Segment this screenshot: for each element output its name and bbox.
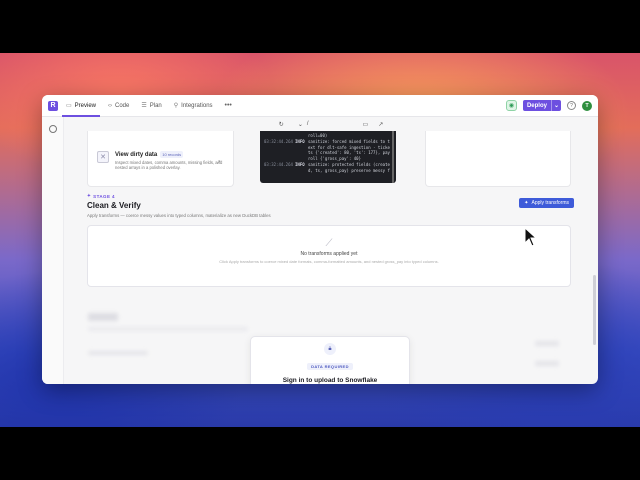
tab-preview[interactable]: ▭ Preview — [61, 95, 101, 117]
stage-section: ✦ STAGE 4 Clean & Verify Apply transform… — [87, 193, 574, 218]
dirty-card-title: View dirty data — [115, 151, 158, 158]
tab-code[interactable]: ‹› Code — [108, 95, 129, 117]
empty-description: Click Apply transforms to coerce mixed d… — [219, 259, 439, 264]
preview-icon: ▭ — [66, 103, 72, 109]
wand-icon: ✦ — [87, 193, 92, 198]
deploy-dropdown-icon[interactable]: ⌄ — [550, 100, 561, 111]
stage-number: STAGE 4 — [93, 193, 115, 199]
data-required-badge: DATA REQUIRED — [307, 363, 353, 370]
left-sidebar — [42, 117, 64, 384]
dirty-data-card[interactable]: ✕ View dirty data 10 records Inspect mix… — [87, 131, 234, 187]
stage-subtitle: Apply transforms — coerce messy values i… — [87, 213, 271, 218]
close-x-icon: ✕ — [97, 151, 109, 163]
external-link-icon[interactable]: ↗ — [216, 159, 221, 166]
open-external-icon[interactable]: ↗ — [378, 121, 383, 128]
path-text: / — [306, 121, 309, 127]
wand-icon: ✦ — [524, 200, 529, 206]
more-menu-icon[interactable]: ••• — [225, 102, 232, 109]
log-line: d, ts, gross_pay) preserve messy f — [308, 167, 390, 173]
screen-icon[interactable]: ▭ — [363, 121, 369, 128]
path-selector[interactable]: ⌄ / — [294, 120, 313, 129]
tab-label: Preview — [74, 102, 97, 109]
stage-label: ✦ STAGE 4 — [87, 193, 574, 199]
tab-label: Code — [115, 102, 130, 109]
log-console: roll=00) 03:32:44.264 INFO sanitize: force… — [260, 131, 396, 183]
status-indicator-icon[interactable]: ◉ — [505, 100, 517, 111]
code-icon: ‹› — [108, 102, 113, 109]
signin-card[interactable]: 🔒︎ DATA REQUIRED Sign in to upload to Sn… — [250, 336, 410, 384]
tab-integrations[interactable]: ⚲ Integrations — [174, 95, 213, 117]
chevron-down-icon: ⌄ — [297, 121, 303, 128]
lock-icon: 🔒︎ — [324, 343, 336, 355]
preview-toolbar: ↻ ⌄ / ▭ ↗ — [64, 117, 598, 131]
top-navbar: R ▭ Preview ‹› Code ☰ Plan ⚲ Integration… — [42, 95, 598, 117]
avatar[interactable]: T — [582, 100, 592, 111]
reload-icon[interactable]: ↻ — [279, 121, 284, 128]
console-scrollbar[interactable] — [392, 131, 394, 183]
tab-label: Integrations — [181, 102, 213, 109]
preview-content: ✕ View dirty data 10 records Inspect mix… — [82, 131, 576, 384]
apply-transforms-button[interactable]: ✦ Apply transforms — [519, 198, 574, 208]
tab-plan[interactable]: ☰ Plan — [141, 95, 161, 117]
deploy-button[interactable]: Deploy ⌄ — [522, 100, 561, 111]
magic-wand-icon: ⟋ — [325, 238, 333, 249]
settings-icon[interactable] — [49, 125, 57, 133]
right-card — [425, 131, 571, 187]
app-window: R ▭ Preview ‹› Code ☰ Plan ⚲ Integration… — [42, 95, 598, 384]
app-logo[interactable]: R — [48, 100, 58, 111]
help-icon[interactable]: ? — [567, 101, 576, 110]
tab-label: Plan — [149, 102, 162, 109]
signin-title: Sign in to upload to Snowflake — [282, 377, 378, 384]
apply-transforms-label: Apply transforms — [531, 200, 569, 206]
plan-icon: ☰ — [141, 103, 147, 109]
stage-title: Clean & Verify — [87, 201, 141, 210]
page-scrollbar[interactable] — [593, 275, 596, 345]
empty-title: No transforms applied yet — [300, 251, 358, 257]
empty-transforms-panel: ⟋ No transforms applied yet Click Apply … — [87, 225, 571, 287]
deploy-label[interactable]: Deploy — [523, 100, 551, 111]
integrations-icon: ⚲ — [173, 103, 179, 109]
records-badge: 10 records — [160, 151, 184, 158]
